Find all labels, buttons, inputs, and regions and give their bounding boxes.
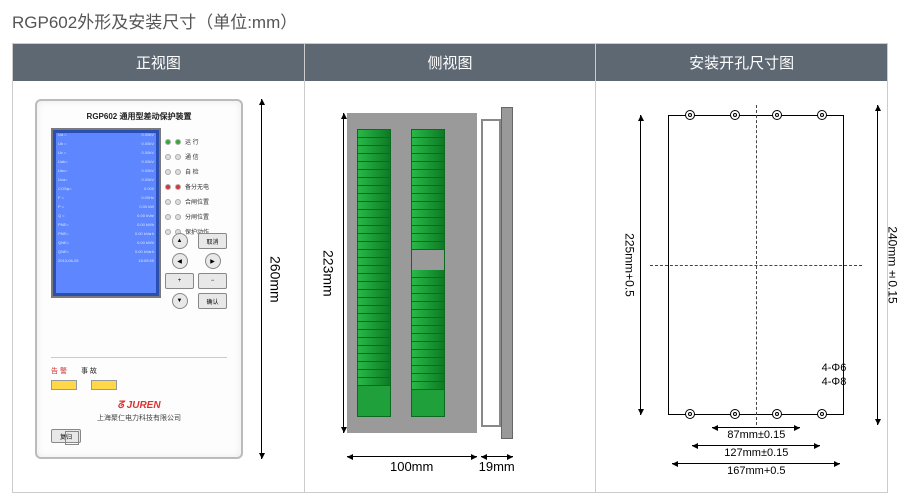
usb-port-icon [65,431,79,445]
dim-label: 225mm+0.5 [622,233,636,297]
key-down: ▼ [172,293,188,309]
indicator-alarm [51,380,77,390]
hole-icon [817,409,827,419]
alarm-labels: 告 警 事 故 [51,366,227,376]
col-cutout-body: 225mm+0.5 240mm±0.15 4-Φ6 4-Φ8 87mm±0.15… [596,81,887,492]
key-left: ◀ [172,253,188,269]
col-cutout: 安装开孔尺寸图 225mm+0.5 240mm±0.15 [596,44,887,492]
dim-cut-h1: 225mm+0.5 [640,115,641,415]
dim-label: 127mm±0.15 [724,447,788,459]
col-front-header: 正视图 [13,44,304,81]
key-minus: − [198,273,227,289]
device-screen: Ua =0.00kVUb =0.00kVUc =0.00kVUab=0.00kV… [51,128,161,298]
dim-label: 167mm+0.5 [727,465,785,477]
dim-side-height: 223mm [321,113,344,433]
page-title: RGP602外形及安装尺寸（单位:mm） [12,8,888,33]
dim-front-height: 260mm [261,99,284,459]
dim-cut-h2: 240mm±0.15 [877,105,878,425]
side-bezel [501,107,513,439]
device-lower: 告 警 事 故 ᘔ JUREN 上海聚仁电力科技有限公司 复归 [51,357,227,443]
logo-mark: ᘔ JUREN [51,400,227,411]
pcb-right [411,129,445,417]
device-front: RGP602 通用型差动保护装置 Ua =0.00kVUb =0.00kVUc … [35,99,243,459]
diagram-grid: 正视图 RGP602 通用型差动保护装置 Ua =0.00kVUb =0.00k… [12,43,888,493]
led-panel: 运 行通 信自 检备分无电合闸位置分闸位置保护动作 [165,137,227,242]
centerline-v [756,105,757,425]
col-side: 侧视图 223mm 100mm 19mm [305,44,597,492]
cutout-diagram: 225mm+0.5 240mm±0.15 4-Φ6 4-Φ8 87mm±0.15… [650,105,858,475]
hole-icon [772,409,782,419]
device-title: RGP602 通用型差动保护装置 [37,111,241,122]
col-front: 正视图 RGP602 通用型差动保护装置 Ua =0.00kVUb =0.00k… [13,44,305,492]
logo: ᘔ JUREN 上海聚仁电力科技有限公司 [51,400,227,423]
dim-label: 19mm [479,459,515,474]
pcb-left [357,129,391,417]
col-side-header: 侧视图 [305,44,596,81]
key-confirm: 确认 [198,293,227,309]
indicator-group [51,380,227,390]
dim-cut-w1: 87mm±0.15 [712,427,800,441]
key-up: ▲ [172,233,188,249]
dim-label: 240mm±0.15 [885,226,899,303]
key-cancel: 取消 [198,233,227,249]
dim-side-w1: 100mm [347,456,477,474]
divider [51,357,227,358]
dim-label: 223mm [321,250,337,297]
hole-spec-2: 4-Φ8 [822,375,847,389]
key-right: ▶ [205,253,221,269]
dim-side-w2: 19mm [481,456,513,474]
alarm-label: 告 警 [51,366,67,376]
hole-spec-1: 4-Φ6 [822,361,847,375]
event-label: 事 故 [81,366,97,376]
dim-cut-w2: 127mm±0.15 [692,445,820,459]
hole-spec: 4-Φ6 4-Φ8 [822,361,847,389]
col-front-body: RGP602 通用型差动保护装置 Ua =0.00kVUb =0.00kVUc … [13,81,304,492]
key-plus: + [165,273,194,289]
side-mid [481,119,501,427]
dim-label: 260mm [268,256,284,303]
side-housing [347,113,477,433]
col-side-body: 223mm 100mm 19mm [305,81,596,492]
keypad: ▲ 取消 ◀ ▶ + − ▼ 确认 [165,233,227,309]
dim-label: 100mm [390,459,433,474]
dim-cut-w3: 167mm+0.5 [672,463,840,477]
hole-icon [685,409,695,419]
logo-company: 上海聚仁电力科技有限公司 [51,413,227,423]
device-side [347,113,477,433]
dim-label: 87mm±0.15 [727,429,785,441]
hole-icon [730,409,740,419]
indicator-event [91,380,117,390]
col-cutout-header: 安装开孔尺寸图 [596,44,887,81]
